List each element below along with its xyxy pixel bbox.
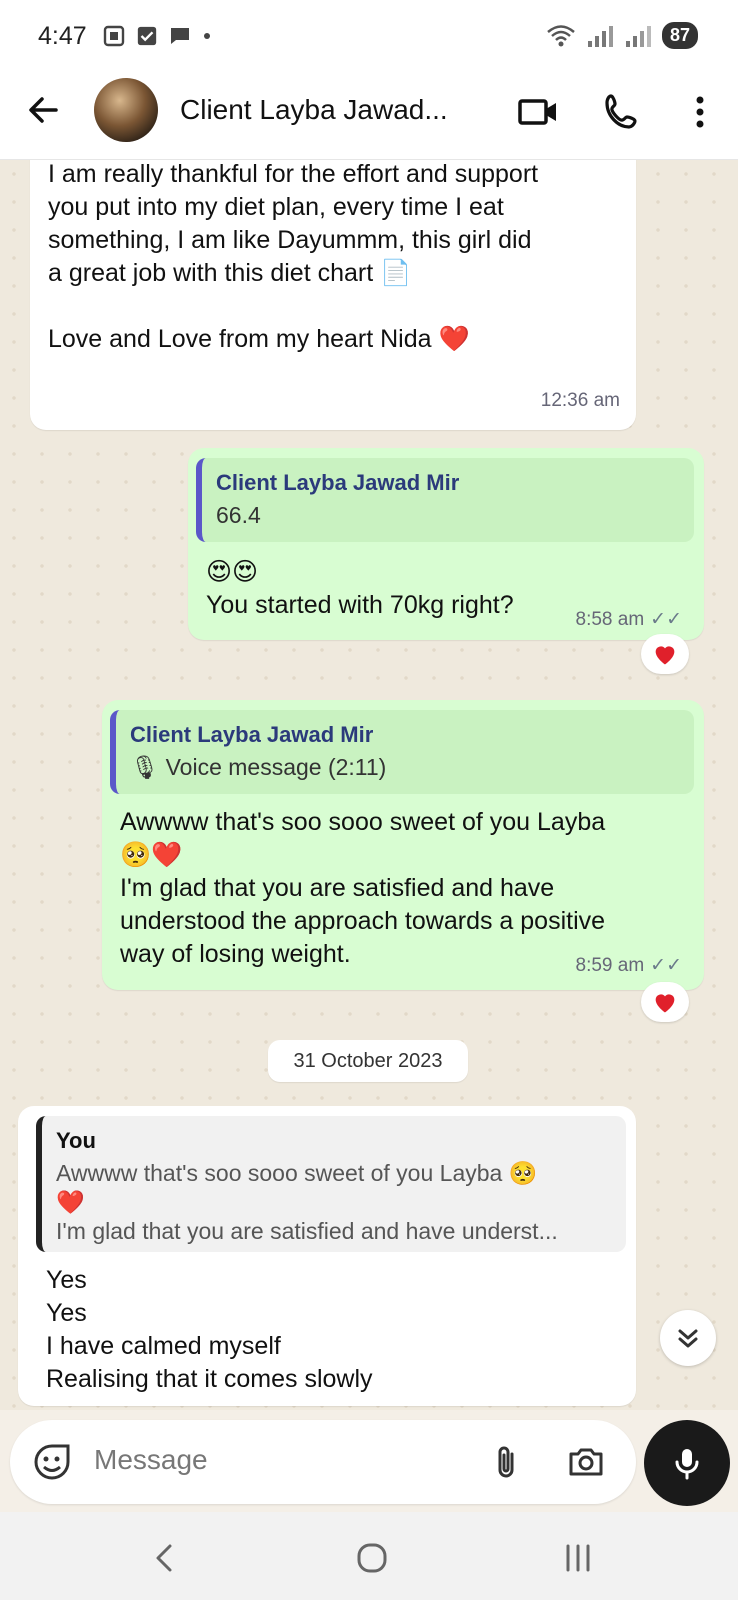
message-composer[interactable]: Message: [10, 1420, 636, 1504]
outgoing-message[interactable]: Client Layba Jawad Mir 66.4 😍😍 You start…: [188, 448, 704, 640]
heart-reaction[interactable]: [641, 634, 689, 674]
battery-indicator: 87: [661, 22, 698, 49]
quote-sender: You: [56, 1128, 96, 1153]
nav-home-icon[interactable]: [352, 1538, 392, 1578]
chat-area[interactable]: I am really thankful for the effort and …: [0, 160, 738, 1410]
attach-icon[interactable]: [486, 1442, 526, 1482]
message-time: 8:59 am ✓✓: [575, 955, 683, 976]
voice-call-icon[interactable]: [600, 90, 644, 134]
message-text: Yes Yes I have calmed myself Realising t…: [46, 1266, 373, 1393]
quote-text-line2: ❤️: [56, 1189, 85, 1215]
read-ticks-icon: ✓✓: [650, 955, 682, 976]
message-time: 8:58 am ✓✓: [575, 609, 683, 630]
signal-icon: [587, 25, 613, 47]
incoming-message[interactable]: You Awwww that's soo sooo sweet of you L…: [18, 1106, 636, 1406]
status-time: 4:47: [38, 22, 87, 50]
message-text: I am really thankful for the effort and …: [48, 160, 539, 353]
scroll-down-button[interactable]: [660, 1310, 716, 1366]
quoted-message[interactable]: Client Layba Jawad Mir 🎙 Voice message (…: [110, 710, 694, 794]
avatar[interactable]: [94, 78, 158, 142]
heart-icon: [655, 646, 675, 665]
double-chevron-down-icon: [678, 1329, 698, 1348]
status-notification-icons: [102, 24, 212, 48]
camera-icon[interactable]: [566, 1442, 606, 1482]
voice-record-button[interactable]: [644, 1420, 730, 1506]
quote-sender: Client Layba Jawad Mir: [130, 722, 374, 747]
quoted-message[interactable]: Client Layba Jawad Mir 66.4: [196, 458, 694, 542]
message-text: 😍😍 You started with 70kg right?: [206, 558, 514, 619]
read-ticks-icon: ✓✓: [650, 609, 682, 630]
back-arrow-icon[interactable]: [24, 90, 64, 130]
heart-icon: [655, 994, 675, 1013]
wifi-icon: [547, 24, 575, 46]
screenshot-icon: [103, 25, 125, 47]
chat-title[interactable]: Client Layba Jawad...: [180, 94, 448, 126]
quote-text: 🎙 Voice message (2:11): [130, 754, 387, 780]
quote-sender: Client Layba Jawad Mir: [216, 470, 460, 495]
message-input[interactable]: Message: [94, 1444, 208, 1476]
dot-icon: [204, 33, 210, 39]
emoji-sticker-icon[interactable]: [32, 1442, 72, 1482]
message-time: 12:36 am: [540, 390, 620, 411]
chat-bubble-icon: [171, 28, 189, 44]
nav-recents-icon[interactable]: [558, 1538, 598, 1578]
video-call-icon[interactable]: [516, 90, 560, 134]
system-nav-bar: [0, 1512, 738, 1600]
chat-header: Client Layba Jawad...: [0, 72, 738, 160]
quote-text: 66.4: [216, 502, 261, 528]
message-text: Awwww that's soo sooo sweet of you Layba…: [120, 808, 606, 968]
outgoing-message[interactable]: Client Layba Jawad Mir 🎙 Voice message (…: [102, 700, 704, 990]
microphone-icon: [675, 1449, 699, 1480]
heart-reaction[interactable]: [641, 982, 689, 1022]
incoming-message[interactable]: I am really thankful for the effort and …: [30, 160, 636, 430]
date-separator: 31 October 2023: [268, 1040, 468, 1082]
status-bar: 4:47 87: [0, 0, 738, 72]
signal-icon-2: [625, 25, 651, 47]
nav-back-icon[interactable]: [146, 1538, 186, 1578]
quoted-message[interactable]: You Awwww that's soo sooo sweet of you L…: [36, 1116, 626, 1252]
quote-text-line1: Awwww that's soo sooo sweet of you Layba…: [56, 1160, 538, 1186]
checkbox-icon: [137, 26, 157, 46]
more-options-icon[interactable]: [678, 90, 722, 134]
quote-text-line3: I'm glad that you are satisfied and have…: [56, 1218, 558, 1244]
status-system-icons: 87: [546, 22, 698, 49]
